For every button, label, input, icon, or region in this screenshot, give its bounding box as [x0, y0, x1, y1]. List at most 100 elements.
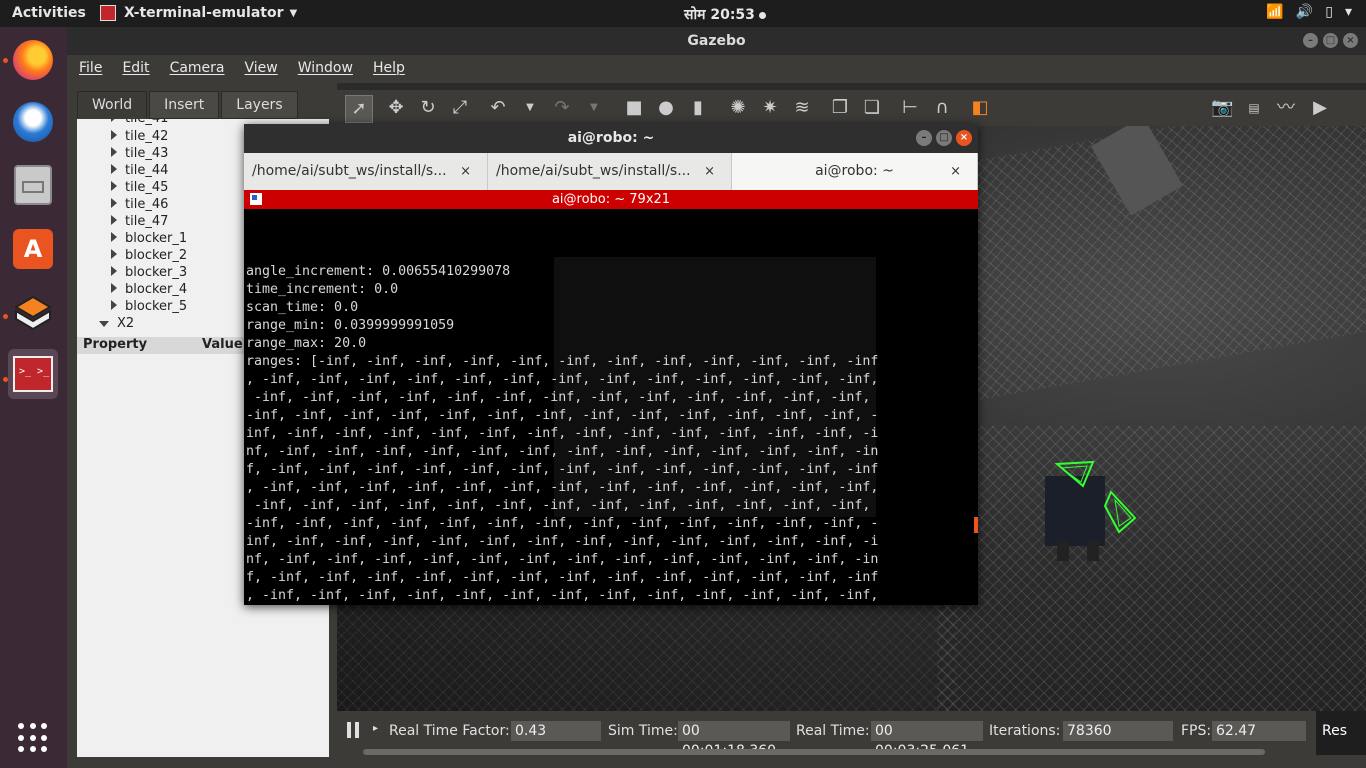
expand-arrow-icon[interactable] [111, 300, 117, 310]
step-arrow-icon[interactable]: ▸ [373, 723, 378, 734]
files-launcher[interactable] [8, 160, 58, 210]
menu-window[interactable]: Window [298, 55, 353, 83]
tree-item[interactable]: blocker_1 [111, 231, 187, 246]
app-name: X-terminal-emulator [124, 5, 284, 21]
expand-arrow-icon[interactable] [111, 249, 117, 259]
tab-world[interactable]: World [77, 91, 148, 119]
volume-icon[interactable]: 🔊 [1296, 4, 1313, 20]
tree-item[interactable]: tile_41 [111, 119, 168, 126]
redo-history-icon[interactable]: ▼ [583, 97, 605, 119]
software-launcher[interactable]: A [8, 224, 58, 274]
snap-icon[interactable]: ∩ [931, 97, 953, 119]
expand-arrow-icon[interactable] [111, 266, 117, 276]
tree-item[interactable]: tile_42 [111, 129, 168, 144]
video-record-icon[interactable]: ▶ [1309, 97, 1331, 119]
app-menu[interactable]: X-terminal-emulator ▼ [100, 5, 297, 21]
menu-camera[interactable]: Camera [170, 55, 225, 83]
tree-item[interactable]: tile_44 [111, 163, 168, 178]
terminal-minimize-button[interactable]: – [916, 130, 932, 146]
terminal-titlebar[interactable]: ai@robo: ~ – □ × [244, 124, 978, 153]
log-icon[interactable]: ▤ [1243, 97, 1265, 119]
fps-value: 62.47 [1212, 721, 1306, 741]
terminal-menu-icon[interactable] [250, 193, 262, 205]
expand-arrow-icon[interactable] [111, 147, 117, 157]
collapse-arrow-icon[interactable] [99, 321, 109, 327]
terminal-output[interactable]: angle_increment: 0.00655410299078 time_in… [244, 209, 974, 605]
tree-item[interactable]: tile_43 [111, 146, 168, 161]
pause-button[interactable] [347, 722, 361, 738]
battery-icon[interactable]: ▯ [1325, 4, 1333, 20]
terminal-maximize-button[interactable]: □ [936, 130, 952, 146]
robot-x2[interactable] [1027, 446, 1147, 576]
expand-arrow-icon[interactable] [111, 232, 117, 242]
change-view-icon[interactable]: ◧ [969, 97, 991, 119]
minimize-button[interactable]: – [1303, 33, 1318, 48]
undo-history-icon[interactable]: ▼ [519, 97, 541, 119]
expand-arrow-icon[interactable] [111, 283, 117, 293]
close-tab-icon[interactable]: × [704, 153, 715, 190]
close-tab-icon[interactable]: × [950, 153, 961, 190]
horizontal-scrollbar[interactable] [363, 749, 1265, 755]
scale-mode-icon[interactable]: ⤢ [449, 97, 471, 119]
wifi-icon[interactable]: 📶 [1266, 4, 1283, 20]
expand-arrow-icon[interactable] [111, 181, 117, 191]
expand-arrow-icon[interactable] [111, 164, 117, 174]
gazebo-launcher[interactable] [8, 289, 58, 339]
tree-item[interactable]: tile_47 [111, 214, 168, 229]
plot-icon[interactable]: 〰 [1275, 97, 1297, 119]
tree-item[interactable]: blocker_5 [111, 299, 187, 314]
translate-mode-icon[interactable]: ✥ [385, 97, 407, 119]
terminal-tab-2[interactable]: /home/ai/subt_ws/install/s... × [488, 153, 732, 190]
menu-help[interactable]: Help [373, 55, 405, 83]
maximize-button[interactable]: □ [1323, 33, 1338, 48]
screenshot-icon[interactable]: 📷 [1211, 97, 1233, 119]
terminal-line: angle_increment: 0.00655410299078 [246, 264, 511, 279]
terminal-close-button[interactable]: × [956, 130, 972, 146]
cylinder-shape-icon[interactable]: ▮ [687, 97, 709, 119]
terminal-tab-3[interactable]: ai@robo: ~ × [732, 153, 978, 190]
tab-insert[interactable]: Insert [149, 91, 220, 119]
close-tab-icon[interactable]: × [460, 153, 471, 190]
tree-item-label: blocker_1 [125, 231, 188, 246]
firefox-launcher[interactable] [8, 35, 58, 85]
tree-item[interactable]: blocker_2 [111, 248, 187, 263]
tree-item[interactable]: tile_46 [111, 197, 168, 212]
point-light-icon[interactable]: ✺ [727, 97, 749, 119]
expand-arrow-icon[interactable] [111, 198, 117, 208]
tab-layers[interactable]: Layers [221, 91, 298, 119]
redo-icon[interactable]: ↷ [551, 97, 573, 119]
thunderbird-launcher[interactable] [8, 97, 58, 147]
tree-item[interactable]: blocker_4 [111, 282, 187, 297]
power-menu-icon[interactable]: ▾ [1345, 4, 1352, 20]
tree-item[interactable]: blocker_3 [111, 265, 187, 280]
clock[interactable]: सोम 20:53 [684, 5, 766, 24]
close-button[interactable]: × [1343, 33, 1358, 48]
show-applications-button[interactable] [8, 713, 58, 763]
terminal-launcher[interactable]: >_ >_ [8, 349, 58, 399]
system-tray[interactable]: 📶 🔊 ▯ ▾ [1266, 4, 1352, 20]
align-icon[interactable]: ⊢ [899, 97, 921, 119]
tree-item[interactable]: X2 [99, 316, 134, 331]
rotate-mode-icon[interactable]: ↻ [417, 97, 439, 119]
undo-icon[interactable]: ↶ [487, 97, 509, 119]
copy-icon[interactable]: ❐ [829, 97, 851, 119]
spot-light-icon[interactable]: ✷ [759, 97, 781, 119]
directional-light-icon[interactable]: ≋ [791, 97, 813, 119]
terminal-scrollbar[interactable] [974, 209, 978, 605]
expand-arrow-icon[interactable] [111, 119, 117, 122]
expand-arrow-icon[interactable] [111, 215, 117, 225]
scrollbar-thumb[interactable] [974, 517, 978, 533]
select-mode-icon[interactable]: ➚ [345, 95, 373, 123]
reset-time-button[interactable]: Res [1316, 711, 1366, 755]
menu-view[interactable]: View [245, 55, 278, 83]
sphere-shape-icon[interactable]: ● [655, 97, 677, 119]
paste-icon[interactable]: ❏ [861, 97, 883, 119]
activities-button[interactable]: Activities [12, 5, 86, 21]
files-icon [14, 165, 52, 205]
menu-file[interactable]: File [79, 55, 102, 83]
expand-arrow-icon[interactable] [111, 130, 117, 140]
box-shape-icon[interactable]: ■ [623, 97, 645, 119]
menu-edit[interactable]: Edit [122, 55, 149, 83]
terminal-tab-1[interactable]: /home/ai/subt_ws/install/s... × [244, 153, 488, 190]
tree-item[interactable]: tile_45 [111, 180, 168, 195]
